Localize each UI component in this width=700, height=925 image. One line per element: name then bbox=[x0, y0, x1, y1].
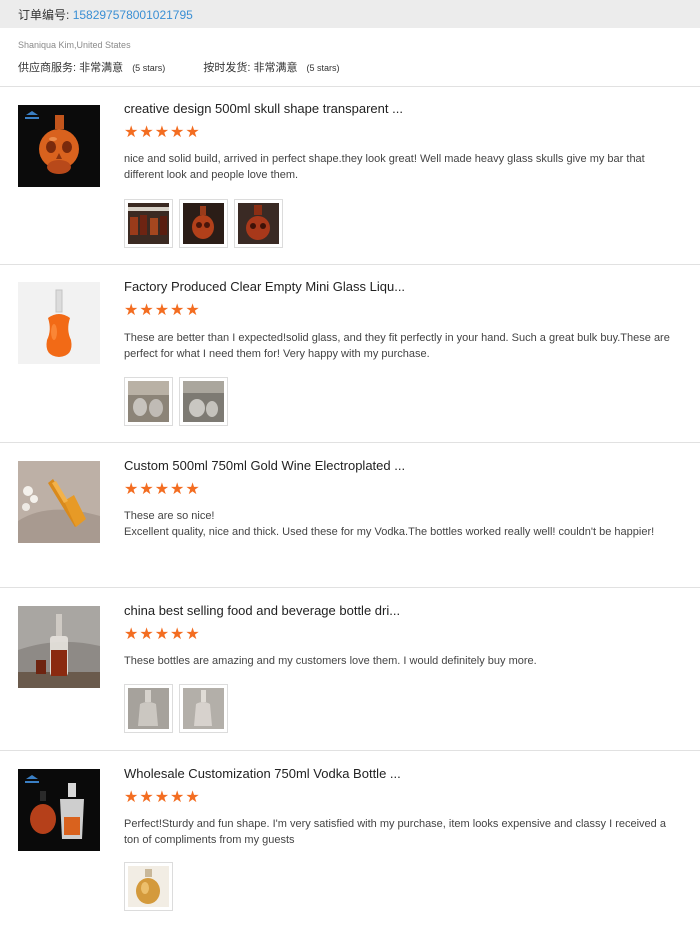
divider bbox=[0, 264, 700, 265]
review-photo[interactable] bbox=[124, 862, 173, 911]
star-icon: ★ bbox=[124, 626, 139, 643]
review-photos bbox=[124, 862, 179, 911]
review-photo[interactable] bbox=[124, 199, 173, 248]
seller-service-stars-text: (5 stars) bbox=[132, 63, 166, 73]
star-rating: ★★★★★ bbox=[124, 302, 201, 319]
amber-bottle-photo bbox=[128, 866, 169, 907]
divider bbox=[0, 750, 700, 751]
vodka-bottle-image bbox=[18, 769, 100, 851]
star-icon: ★ bbox=[124, 302, 139, 319]
review-photo[interactable] bbox=[234, 199, 283, 248]
product-thumbnail[interactable] bbox=[18, 105, 100, 187]
product-thumbnail[interactable] bbox=[18, 769, 100, 851]
product-thumbnail[interactable] bbox=[18, 282, 100, 364]
star-icon: ★ bbox=[185, 302, 200, 319]
review-line: These bottles are amazing and my custome… bbox=[124, 655, 537, 667]
delivery-value: 非常满意 bbox=[253, 62, 298, 74]
review-text: These are better than I expected!solid g… bbox=[124, 330, 672, 362]
star-icon: ★ bbox=[170, 124, 185, 141]
skull-bottle-photo bbox=[183, 203, 224, 244]
star-icon: ★ bbox=[139, 789, 154, 806]
star-icon: ★ bbox=[170, 481, 185, 498]
product-title-link[interactable]: creative design 500ml skull shape transp… bbox=[124, 101, 403, 116]
review-photo[interactable] bbox=[179, 199, 228, 248]
review-text: Perfect!Sturdy and fun shape. I'm very s… bbox=[124, 816, 672, 848]
order-number-row: 订单编号: 158297578001021795 bbox=[18, 6, 193, 23]
review-photos bbox=[124, 684, 234, 733]
star-icon: ★ bbox=[185, 626, 200, 643]
glass-bottle-photo bbox=[128, 688, 169, 729]
skull-bottle-image bbox=[18, 105, 100, 187]
order-number-label: 订单编号: bbox=[18, 8, 70, 22]
glass-bottles-photo bbox=[128, 381, 169, 422]
review-photo[interactable] bbox=[179, 377, 228, 426]
star-rating: ★★★★★ bbox=[124, 124, 201, 141]
review-line: Perfect!Sturdy and fun shape. I'm very s… bbox=[124, 818, 666, 846]
star-icon: ★ bbox=[154, 626, 170, 643]
seller-service-value: 非常满意 bbox=[79, 62, 124, 74]
star-rating: ★★★★★ bbox=[124, 789, 201, 806]
star-icon: ★ bbox=[139, 626, 154, 643]
star-rating: ★★★★★ bbox=[124, 626, 201, 643]
divider bbox=[0, 587, 700, 588]
product-title-link[interactable]: Custom 500ml 750ml Gold Wine Electroplat… bbox=[124, 458, 405, 473]
gold-wine-bottle-image bbox=[18, 461, 100, 543]
delivery-label: 按时发货: bbox=[203, 62, 251, 74]
star-icon: ★ bbox=[185, 481, 200, 498]
star-icon: ★ bbox=[124, 789, 139, 806]
star-icon: ★ bbox=[170, 302, 185, 319]
review-text: These bottles are amazing and my custome… bbox=[124, 653, 672, 669]
star-icon: ★ bbox=[154, 481, 170, 498]
order-number-link[interactable]: 158297578001021795 bbox=[73, 8, 193, 22]
star-icon: ★ bbox=[170, 626, 185, 643]
glass-bottles-photo bbox=[183, 381, 224, 422]
product-title-link[interactable]: Factory Produced Clear Empty Mini Glass … bbox=[124, 279, 405, 294]
beverage-bottle-image bbox=[18, 606, 100, 688]
product-title-link[interactable]: china best selling food and beverage bot… bbox=[124, 603, 400, 618]
star-icon: ★ bbox=[170, 789, 185, 806]
star-icon: ★ bbox=[139, 302, 154, 319]
star-icon: ★ bbox=[154, 302, 170, 319]
divider bbox=[0, 86, 700, 87]
review-line: These are better than I expected!solid g… bbox=[124, 332, 670, 360]
delivery-stars-text: (5 stars) bbox=[306, 63, 340, 73]
review-photo[interactable] bbox=[179, 684, 228, 733]
mini-glass-bottle-image bbox=[18, 282, 100, 364]
product-title-link[interactable]: Wholesale Customization 750ml Vodka Bott… bbox=[124, 766, 401, 781]
star-rating: ★★★★★ bbox=[124, 481, 201, 498]
star-icon: ★ bbox=[154, 124, 170, 141]
review-photo[interactable] bbox=[124, 684, 173, 733]
review-text: nice and solid build, arrived in perfect… bbox=[124, 151, 672, 183]
divider bbox=[0, 442, 700, 443]
star-icon: ★ bbox=[185, 789, 200, 806]
skull-bottle-photo bbox=[238, 203, 279, 244]
seller-service-label: 供应商服务: bbox=[18, 62, 77, 74]
review-line: Excellent quality, nice and thick. Used … bbox=[124, 526, 655, 538]
product-thumbnail[interactable] bbox=[18, 461, 100, 543]
star-icon: ★ bbox=[154, 789, 170, 806]
star-icon: ★ bbox=[139, 124, 154, 141]
review-line: nice and solid build, arrived in perfect… bbox=[124, 153, 645, 181]
review-photos bbox=[124, 377, 234, 426]
star-icon: ★ bbox=[139, 481, 154, 498]
order-header: 订单编号: 158297578001021795 bbox=[0, 0, 700, 28]
bar-shelf-photo bbox=[128, 203, 169, 244]
star-icon: ★ bbox=[124, 481, 139, 498]
order-ratings: 供应商服务: 非常满意 (5 stars) 按时发货: 非常满意 (5 star… bbox=[18, 59, 340, 75]
product-thumbnail[interactable] bbox=[18, 606, 100, 688]
buyer-info: Shaniqua Kim,United States bbox=[18, 40, 131, 50]
review-photo[interactable] bbox=[124, 377, 173, 426]
review-line: These are so nice! bbox=[124, 510, 215, 522]
glass-bottle-photo bbox=[183, 688, 224, 729]
star-icon: ★ bbox=[185, 124, 200, 141]
review-photos bbox=[124, 199, 289, 248]
star-icon: ★ bbox=[124, 124, 139, 141]
review-text: These are so nice! Excellent quality, ni… bbox=[124, 508, 672, 540]
